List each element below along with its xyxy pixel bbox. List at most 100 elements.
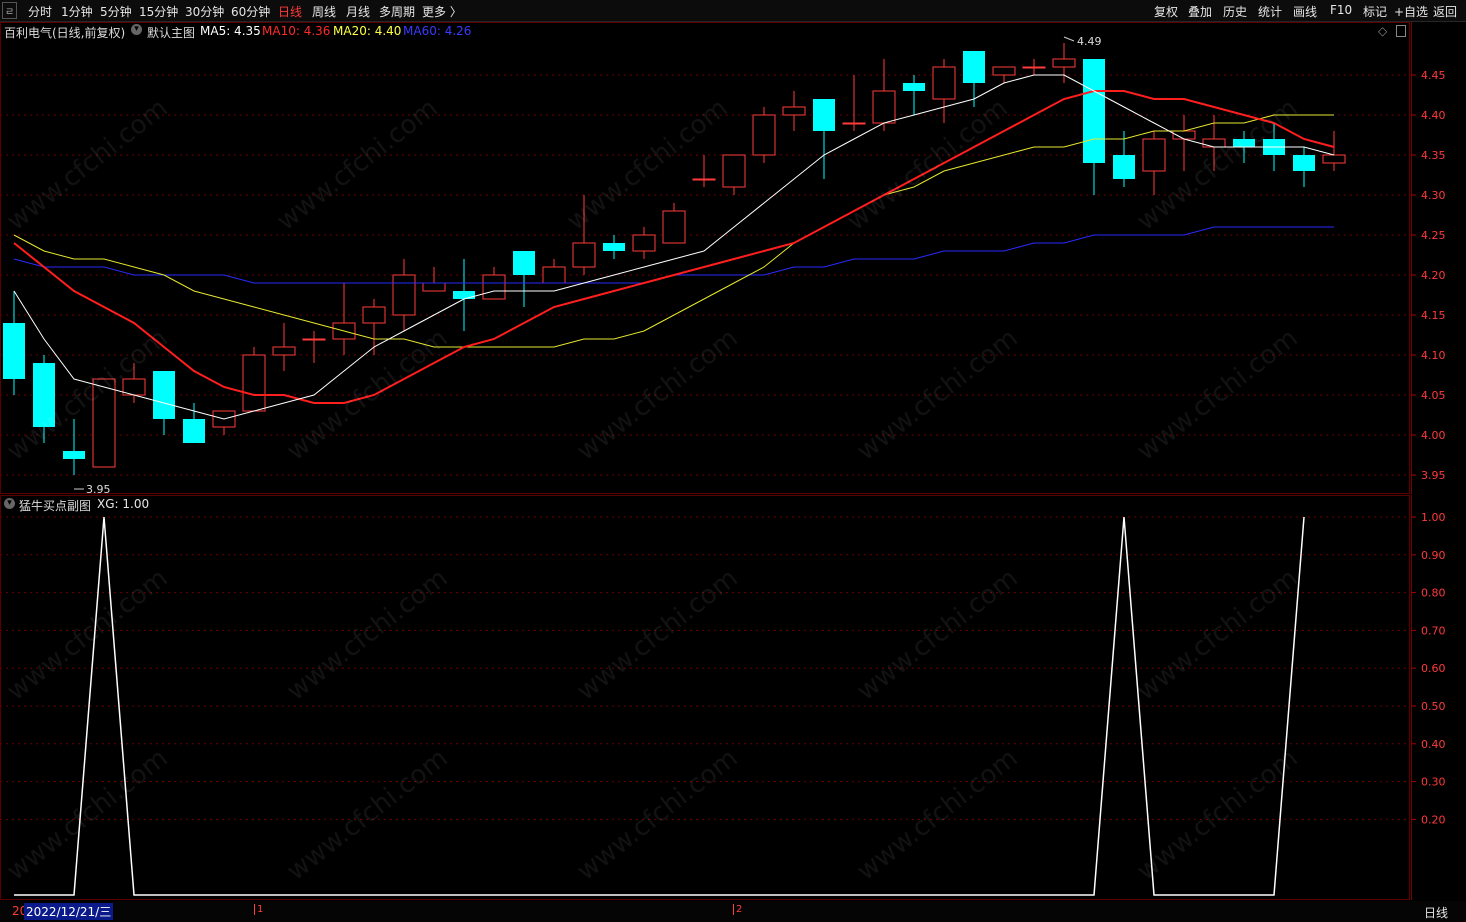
ma10-legend: MA10: 4.36 [262,24,331,38]
candle-body-down [903,83,925,91]
low-price-marker: 3.95 [86,483,111,494]
candle-body-down [183,419,205,443]
candle-body-up [752,114,776,156]
sub-tick-label: 1.00 [1421,511,1446,524]
candlestick-chart[interactable]: 4.49 3.95 [0,22,1410,494]
sub-tick-label: 0.60 [1421,662,1446,675]
sub-tick-label: 0.70 [1421,624,1446,637]
candle-body-up [632,234,656,252]
sub-chart-panel[interactable]: ▾ 猛牛买点副图 XG: 1.00 [0,495,1410,900]
period-tab-monthly[interactable]: 月线 [346,3,370,20]
candle-body-up [722,154,746,188]
candle-body-down [1113,155,1135,179]
candle-body-down [453,291,475,299]
high-marker-arrow [1063,36,1075,42]
candle-body-down [1233,139,1255,147]
back-button[interactable]: 返回 [1433,3,1457,20]
candle-body-up [692,178,716,181]
stats-button[interactable]: 统计 [1258,3,1282,20]
candle-body-down [1293,155,1315,171]
candle-body-up [992,66,1016,76]
sub-value-axis: 1.00 0.90 0.80 0.70 0.60 0.50 0.40 0.30 0.20 [1411,495,1466,900]
toolbar-corner-icon[interactable]: ㄹ [2,2,18,19]
period-tab-weekly[interactable]: 周线 [312,3,336,20]
candle-body-up [842,122,866,125]
high-price-marker: 4.49 [1077,35,1102,48]
f10-button[interactable]: F10 [1330,3,1352,17]
price-tick-label: 4.25 [1421,229,1446,242]
price-tick-label: 4.05 [1421,389,1446,402]
sub-panel-border [0,495,1410,900]
candle-body-up [272,346,296,356]
sub-tick-label: 0.40 [1421,738,1446,751]
add-watchlist-button[interactable]: +自选 [1394,3,1428,20]
candle-body-down [813,99,835,131]
sub-indicator-dropdown-icon[interactable]: ▾ [4,498,15,509]
candle-body-up [1202,138,1226,148]
xg-indicator-chart[interactable] [0,495,1410,900]
ma20-legend: MA20: 4.40 [333,24,402,38]
price-axis: 4.45 4.40 4.35 4.30 4.25 4.20 4.15 4.10 4.05 4.00… [1411,22,1466,494]
adjust-button[interactable]: 复权 [1154,3,1178,20]
price-tick-label: 4.30 [1421,189,1446,202]
sub-tick-label: 0.20 [1421,813,1446,826]
candle-body-up [302,338,326,341]
period-more-menu[interactable]: 更多 〉 [422,3,462,20]
period-tab-1min[interactable]: 1分钟 [61,3,93,20]
candle-body-down [963,51,985,83]
period-tab-5min[interactable]: 5分钟 [100,3,132,20]
panel-layout-icon[interactable] [1396,25,1406,37]
draw-button[interactable]: 画线 [1293,3,1317,20]
period-tab-15min[interactable]: 15分钟 [139,3,178,20]
period-tab-60min[interactable]: 60分钟 [231,3,270,20]
candle-body-up [782,106,806,116]
period-indicator-label: 日线 [1424,906,1449,920]
candle-body-down [33,363,55,427]
main-chart-panel[interactable]: 4.49 3.95 百利电气(日线,前复权) ▾ 默认主图 MA5: 4.35 M… [0,22,1410,494]
ma10-line [13,90,1335,404]
price-tick-label: 4.40 [1421,109,1446,122]
history-button[interactable]: 历史 [1223,3,1247,20]
price-tick-label: 3.95 [1421,469,1446,482]
sub-tick-label: 0.50 [1421,700,1446,713]
period-tab-multi[interactable]: 多周期 [379,3,415,20]
sub-indicator-name[interactable]: 猛牛买点副图 [19,497,91,514]
candle-body-up [422,282,446,292]
candle-body-up [1052,58,1076,68]
price-tick-label: 4.15 [1421,309,1446,322]
candle-body-up [242,354,266,412]
main-panel-border [0,22,1410,494]
ma60-legend: MA60: 4.26 [403,24,472,38]
candle-body-up [662,210,686,244]
period-tab-fenshi[interactable]: 分时 [28,3,52,20]
stock-name-label: 百利电气(日线,前复权) [4,26,126,40]
mark-button[interactable]: 标记 [1363,3,1387,20]
price-tick-label: 4.00 [1421,429,1446,442]
price-tick-label: 4.10 [1421,349,1446,362]
period-tab-30min[interactable]: 30分钟 [185,3,224,20]
candle-body-down [3,323,25,379]
ma5-line [13,74,1335,420]
candle-body-up [542,266,566,284]
indicator-dropdown-icon[interactable]: ▾ [131,24,142,35]
date-axis-bar: 20 2022/12/21/三 1 2 日线 [0,901,1466,922]
candle-body-up [392,274,416,316]
main-indicator-name[interactable]: 默认主图 [147,24,195,41]
sub-tick-label: 0.30 [1421,776,1446,789]
price-tick-label: 4.45 [1421,69,1446,82]
period-tab-daily[interactable]: 日线 [278,3,302,20]
candle-body-down [153,371,175,419]
candle-body-up [92,378,116,468]
price-tick-label: 4.35 [1421,149,1446,162]
month-mark-jan: 1 [254,904,263,915]
candle-body-up [482,274,506,300]
candle-body-up [572,242,596,268]
candle-body-down [63,451,85,459]
overlay-button[interactable]: 叠加 [1188,3,1212,20]
expand-diamond-icon[interactable]: ◇ [1378,24,1387,38]
ma5-legend: MA5: 4.35 [200,24,261,38]
candle-body-up [1322,154,1346,164]
xg-legend: XG: 1.00 [97,497,150,511]
price-tick-label: 4.20 [1421,269,1446,282]
candle-body-up [1022,66,1046,69]
